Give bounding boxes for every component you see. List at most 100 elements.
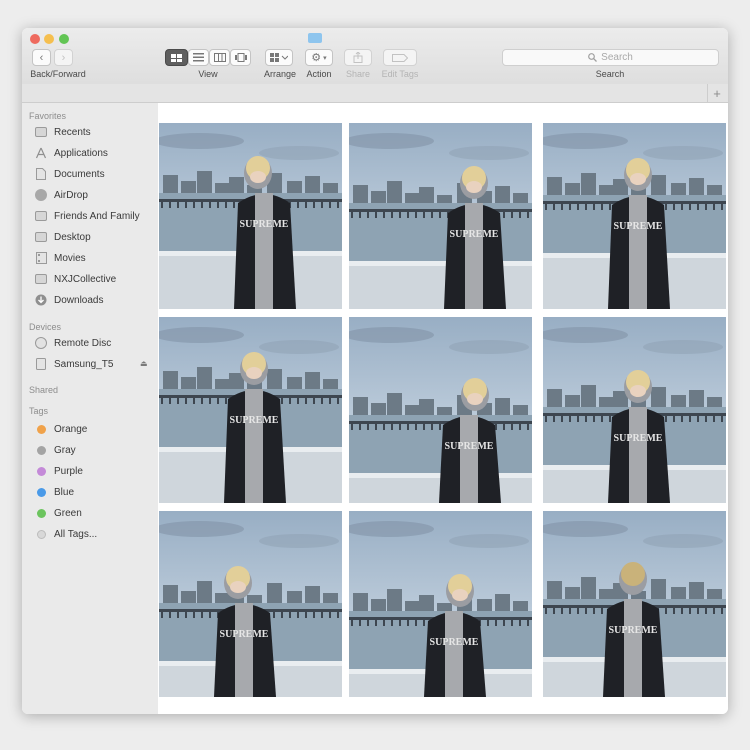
icon-view-icon xyxy=(171,53,182,62)
jacket-lettering: SUPREME xyxy=(614,221,663,232)
sidebar-item-label: Remote Disc xyxy=(54,337,112,349)
recents-icon xyxy=(34,126,48,138)
sidebar-item-label: Desktop xyxy=(54,231,91,243)
airdrop-icon xyxy=(34,189,48,201)
photo-image: SUPREME xyxy=(349,511,532,697)
action-button[interactable]: ⚙ ▾ xyxy=(305,49,333,66)
chevron-left-icon: ‹ xyxy=(39,51,44,64)
nav-label: Back/Forward xyxy=(30,69,86,79)
icon-view-button[interactable] xyxy=(165,49,188,66)
zoom-window-button[interactable] xyxy=(59,34,69,44)
folder-title-icon xyxy=(308,33,322,43)
sidebar-item-friends-and-family[interactable]: Friends And Family xyxy=(34,207,140,225)
search-field[interactable]: Search xyxy=(502,49,719,66)
drive-icon xyxy=(34,358,48,370)
photo-3[interactable]: SUPREME xyxy=(543,123,726,309)
sidebar-tag-blue[interactable]: Blue xyxy=(34,483,74,501)
sidebar-item-label: Recents xyxy=(54,126,91,138)
column-view-button[interactable] xyxy=(209,49,230,66)
jacket-lettering: SUPREME xyxy=(240,219,289,230)
sidebar-item-remote-disc[interactable]: Remote Disc xyxy=(34,334,111,352)
photo-8[interactable]: SUPREME xyxy=(349,511,532,697)
sidebar-tag-purple[interactable]: Purple xyxy=(34,462,83,480)
close-window-button[interactable] xyxy=(30,34,40,44)
tags-heading: Tags xyxy=(29,406,49,416)
photo-7[interactable]: SUPREME xyxy=(159,511,342,697)
sidebar-all-tags[interactable]: All Tags... xyxy=(34,525,97,543)
sidebar-item-label: Orange xyxy=(54,423,88,435)
photo-1[interactable]: SUPREME xyxy=(159,123,342,309)
arrange-button[interactable] xyxy=(265,49,293,66)
jacket-lettering: SUPREME xyxy=(430,637,479,648)
sidebar-item-label: All Tags... xyxy=(54,528,98,540)
photo-5[interactable]: SUPREME xyxy=(349,317,532,503)
applications-icon xyxy=(34,147,48,159)
sidebar-item-label: Friends And Family xyxy=(54,210,140,222)
sidebar-item-documents[interactable]: Documents xyxy=(34,165,105,183)
gallery-view-button[interactable] xyxy=(230,49,251,66)
jacket-lettering: SUPREME xyxy=(609,625,658,636)
sidebar-item-label: AirDrop xyxy=(54,189,88,201)
photo-image: SUPREME xyxy=(159,511,342,697)
photo-9[interactable]: SUPREME xyxy=(543,511,726,697)
chevron-down-icon: ▾ xyxy=(323,54,327,62)
minimize-window-button[interactable] xyxy=(44,34,54,44)
list-view-button[interactable] xyxy=(188,49,209,66)
sidebar-item-applications[interactable]: Applications xyxy=(34,144,108,162)
sidebar-item-downloads[interactable]: Downloads xyxy=(34,291,103,309)
sidebar-tag-gray[interactable]: Gray xyxy=(34,441,76,459)
tag-icon xyxy=(392,53,408,62)
jacket-lettering: SUPREME xyxy=(614,433,663,444)
photo-image: SUPREME xyxy=(543,123,726,309)
tag-dot-icon xyxy=(34,507,48,519)
folder-icon xyxy=(34,273,48,285)
devices-heading: Devices xyxy=(29,322,62,332)
jacket-lettering: SUPREME xyxy=(230,415,279,426)
sidebar-item-label: Green xyxy=(54,507,82,519)
favorites-heading: Favorites xyxy=(29,111,67,121)
sidebar-tag-green[interactable]: Green xyxy=(34,504,82,522)
photo-image: SUPREME xyxy=(543,317,726,503)
photo-6[interactable]: SUPREME xyxy=(543,317,726,503)
eject-icon[interactable]: ⏏ xyxy=(140,359,148,368)
view-label: View xyxy=(198,69,218,79)
sidebar-item-label: Purple xyxy=(54,465,83,477)
sidebar-item-label: Movies xyxy=(54,252,86,264)
sidebar-item-recents[interactable]: Recents xyxy=(34,123,91,141)
photo-image: SUPREME xyxy=(349,317,532,503)
sidebar-item-nxjcollective[interactable]: NXJCollective xyxy=(34,270,116,288)
list-view-icon xyxy=(193,53,204,62)
gear-icon: ⚙ xyxy=(311,52,322,64)
share-label: Share xyxy=(345,69,371,79)
jacket-lettering: SUPREME xyxy=(445,441,494,452)
shared-heading: Shared xyxy=(29,385,59,395)
toolbar: ‹ › Back/Forward View Arrange ⚙ ▾ Action … xyxy=(22,28,728,85)
action-label: Action xyxy=(306,69,332,79)
movies-icon xyxy=(34,252,48,264)
jacket-lettering: SUPREME xyxy=(450,229,499,240)
gallery-view-icon xyxy=(234,53,247,62)
sidebar-item-airdrop[interactable]: AirDrop xyxy=(34,186,88,204)
disc-icon xyxy=(34,337,48,349)
photo-image: SUPREME xyxy=(349,123,532,309)
sidebar-tag-orange[interactable]: Orange xyxy=(34,420,87,438)
sidebar-item-movies[interactable]: Movies xyxy=(34,249,86,267)
search-placeholder: Search xyxy=(601,52,633,63)
photo-2[interactable]: SUPREME xyxy=(349,123,532,309)
sidebar-item-samsung-t5[interactable]: Samsung_T5 xyxy=(34,355,113,373)
share-icon xyxy=(353,52,363,63)
back-button[interactable]: ‹ xyxy=(32,49,51,66)
photo-4[interactable]: SUPREME xyxy=(159,317,342,503)
edit-tags-button[interactable] xyxy=(383,49,417,66)
new-tab-button[interactable]: + xyxy=(707,84,726,102)
sidebar-item-label: Blue xyxy=(54,486,75,498)
jacket-lettering: SUPREME xyxy=(220,629,269,640)
forward-button[interactable]: › xyxy=(54,49,73,66)
sidebar-item-label: Applications xyxy=(54,147,108,159)
arrange-icon xyxy=(270,53,288,62)
photo-image: SUPREME xyxy=(159,123,342,309)
share-button[interactable] xyxy=(344,49,372,66)
sidebar-item-desktop[interactable]: Desktop xyxy=(34,228,91,246)
plus-icon: + xyxy=(713,85,721,101)
sidebar-item-label: Samsung_T5 xyxy=(54,358,114,370)
